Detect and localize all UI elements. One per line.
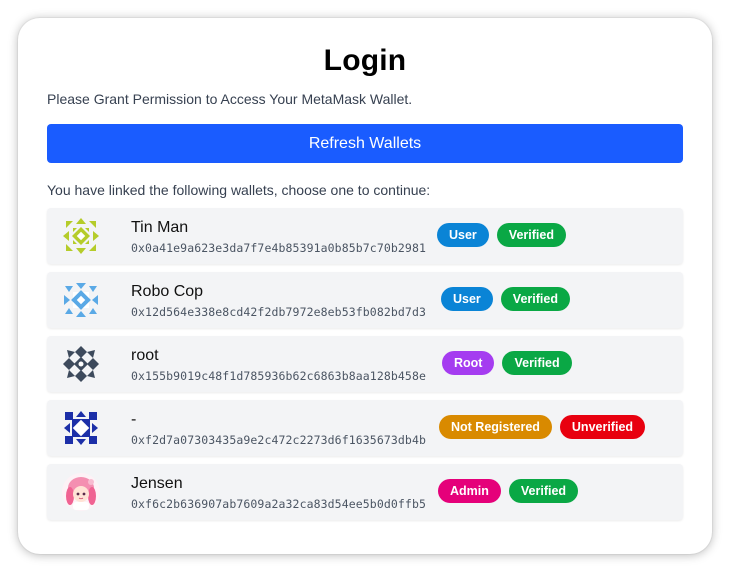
wallet-address: 0x12d564e338e8cd42f2db7972e8eb53fb082bd7… — [131, 305, 426, 319]
identicon-icon — [61, 280, 101, 320]
page-title: Login — [323, 44, 407, 77]
wallet-row[interactable]: Jensen 0xf6c2b636907ab7609a2a32ca83d54ee… — [47, 464, 683, 520]
wallet-address: 0xf6c2b636907ab7609a2a32ca83d54ee5b0d0ff… — [131, 497, 426, 511]
badge-group: Admin Verified — [438, 479, 579, 503]
refresh-wallets-button[interactable]: Refresh Wallets — [47, 124, 683, 163]
role-badge: User — [441, 287, 493, 311]
badge-group: User Verified — [437, 223, 566, 247]
badge-group: Root Verified — [442, 351, 572, 375]
wallet-name: Tin Man — [131, 219, 189, 236]
wallet-address: 0x0a41e9a623e3da7f7e4b85391a0b85b7c70b29… — [131, 241, 426, 255]
status-badge: Verified — [500, 287, 570, 311]
role-badge: Admin — [438, 479, 501, 503]
wallet-name: Robo Cop — [131, 283, 204, 300]
status-badge: Unverified — [559, 415, 646, 439]
login-card: Login Please Grant Permission to Access … — [18, 18, 712, 554]
badge-group: Not Registered Unverified — [439, 415, 646, 439]
wallet-row[interactable]: - 0xf2d7a07303435a9e2c472c2273d6f1635673… — [47, 400, 683, 456]
wallet-row[interactable]: Robo Cop 0x12d564e338e8cd42f2db7972e8eb5… — [47, 272, 683, 328]
wallet-row[interactable]: Tin Man 0x0a41e9a623e3da7f7e4b85391a0b85… — [47, 208, 683, 264]
badge-group: User Verified — [441, 287, 570, 311]
wallet-address: 0xf2d7a07303435a9e2c472c2273d6f1635673db… — [131, 433, 426, 447]
role-badge: User — [437, 223, 489, 247]
role-badge: Root — [442, 351, 495, 375]
role-badge: Not Registered — [439, 415, 552, 439]
status-badge: Verified — [502, 351, 572, 375]
linked-wallets-text: You have linked the following wallets, c… — [47, 182, 431, 198]
wallet-address: 0x155b9019c48f1d785936b62c6863b8aa128b45… — [131, 369, 426, 383]
identicon-icon — [61, 216, 101, 256]
wallet-row[interactable]: root 0x155b9019c48f1d785936b62c6863b8aa1… — [47, 336, 683, 392]
wallet-name: root — [131, 347, 159, 364]
identicon-icon — [61, 344, 101, 384]
identicon-icon — [61, 408, 101, 448]
anime-avatar-icon — [61, 472, 101, 512]
status-badge: Verified — [496, 223, 566, 247]
wallet-list: Tin Man 0x0a41e9a623e3da7f7e4b85391a0b85… — [47, 208, 683, 528]
wallet-name: - — [131, 411, 137, 428]
subtitle: Please Grant Permission to Access Your M… — [47, 91, 413, 107]
wallet-name: Jensen — [131, 475, 183, 492]
status-badge: Verified — [508, 479, 579, 503]
